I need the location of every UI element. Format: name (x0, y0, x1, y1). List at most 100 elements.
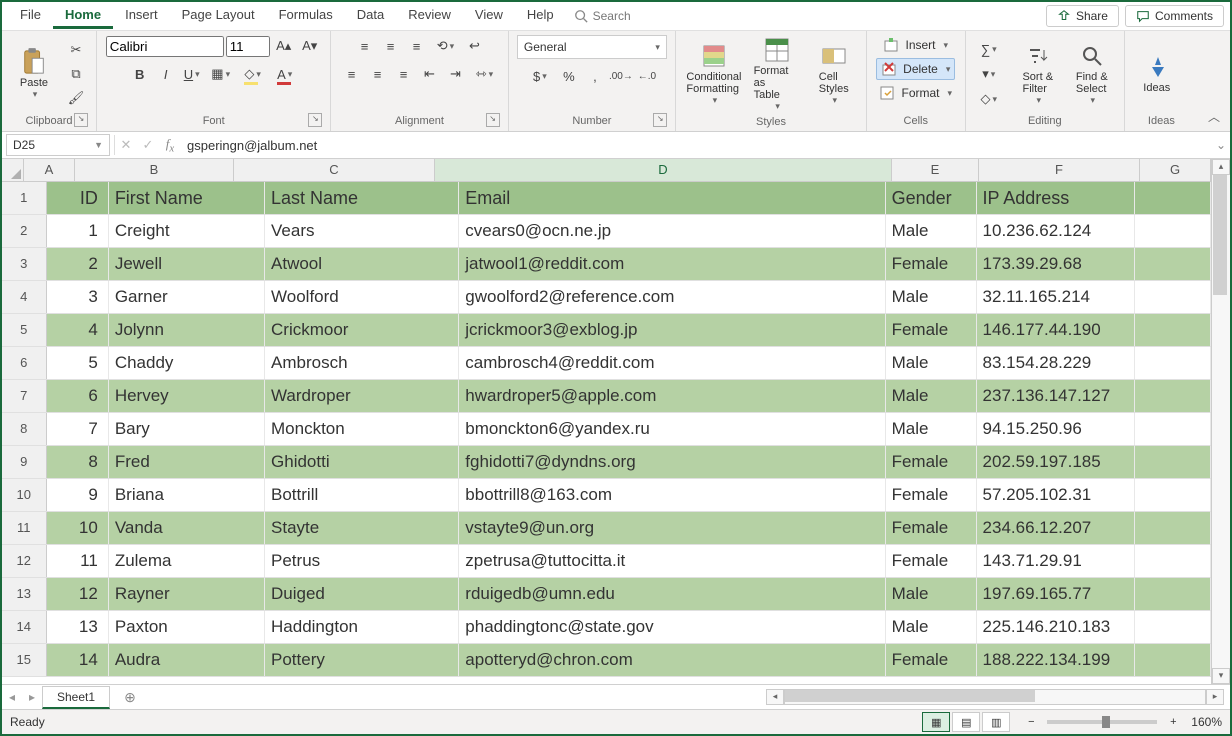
column-header-G[interactable]: G (1140, 159, 1211, 181)
cell-F15[interactable]: 188.222.134.199 (977, 644, 1135, 676)
cell-A6[interactable]: 5 (47, 347, 109, 379)
cell-D1[interactable]: Email (459, 182, 885, 214)
column-header-E[interactable]: E (892, 159, 979, 181)
cell-C7[interactable]: Wardroper (265, 380, 459, 412)
cell-B13[interactable]: Rayner (109, 578, 265, 610)
cell-F6[interactable]: 83.154.28.229 (977, 347, 1135, 379)
zoom-slider[interactable] (1047, 720, 1157, 724)
cell-D15[interactable]: apotteryd@chron.com (459, 644, 885, 676)
scroll-left-button[interactable]: ◂ (766, 689, 784, 705)
cell-E12[interactable]: Female (886, 545, 977, 577)
cell-F13[interactable]: 197.69.165.77 (977, 578, 1135, 610)
scroll-up-button[interactable]: ▴ (1212, 159, 1230, 175)
cell-C8[interactable]: Monckton (265, 413, 459, 445)
align-center-button[interactable]: ≡ (365, 63, 389, 85)
cell-C14[interactable]: Haddington (265, 611, 459, 643)
sheet-nav-prev[interactable]: ◂ (2, 690, 22, 704)
cell-B12[interactable]: Zulema (109, 545, 265, 577)
cell-E6[interactable]: Male (886, 347, 977, 379)
cell-G5[interactable] (1135, 314, 1211, 346)
row-header[interactable]: 5 (2, 314, 47, 346)
cell-E5[interactable]: Female (886, 314, 977, 346)
cell-B7[interactable]: Hervey (109, 380, 265, 412)
sort-filter-button[interactable]: Sort & Filter▾ (1014, 41, 1062, 108)
cell-B9[interactable]: Fred (109, 446, 265, 478)
column-header-A[interactable]: A (24, 159, 75, 181)
collapse-ribbon-button[interactable]: ︿ (1198, 31, 1230, 131)
column-header-D[interactable]: D (435, 159, 892, 181)
cell-A9[interactable]: 8 (47, 446, 109, 478)
cell-C3[interactable]: Atwool (265, 248, 459, 280)
cell-D4[interactable]: gwoolford2@reference.com (459, 281, 885, 313)
cell-G13[interactable] (1135, 578, 1211, 610)
fill-color-button[interactable]: ◇▾ (238, 63, 268, 85)
row-header[interactable]: 6 (2, 347, 47, 379)
cell-B15[interactable]: Audra (109, 644, 265, 676)
row-header[interactable]: 13 (2, 578, 47, 610)
row-header[interactable]: 4 (2, 281, 47, 313)
increase-indent-button[interactable]: ⇥ (443, 63, 467, 85)
cell-A5[interactable]: 4 (47, 314, 109, 346)
cell-F11[interactable]: 234.66.12.207 (977, 512, 1135, 544)
bold-button[interactable]: B (128, 63, 152, 85)
scrollbar-thumb[interactable] (785, 690, 1035, 702)
align-right-button[interactable]: ≡ (391, 63, 415, 85)
cell-C2[interactable]: Vears (265, 215, 459, 247)
dialog-launcher-icon[interactable]: ↘ (308, 113, 322, 127)
cell-D5[interactable]: jcrickmoor3@exblog.jp (459, 314, 885, 346)
row-header[interactable]: 9 (2, 446, 47, 478)
dialog-launcher-icon[interactable]: ↘ (653, 113, 667, 127)
sheet-nav-next[interactable]: ▸ (22, 690, 42, 704)
cell-F14[interactable]: 225.146.210.183 (977, 611, 1135, 643)
cell-D14[interactable]: phaddingtonc@state.gov (459, 611, 885, 643)
decrease-indent-button[interactable]: ⇤ (417, 63, 441, 85)
cell-G7[interactable] (1135, 380, 1211, 412)
cell-D7[interactable]: hwardroper5@apple.com (459, 380, 885, 412)
delete-cells-button[interactable]: Delete▾ (876, 58, 955, 80)
cell-C6[interactable]: Ambrosch (265, 347, 459, 379)
cell-A7[interactable]: 6 (47, 380, 109, 412)
paste-button[interactable]: Paste ▾ (10, 47, 58, 102)
grid-body[interactable]: 1IDFirst NameLast NameEmailGenderIP Addr… (2, 182, 1211, 684)
cell-G2[interactable] (1135, 215, 1211, 247)
scroll-right-button[interactable]: ▸ (1206, 689, 1224, 705)
format-painter-button[interactable]: 🖌 (64, 87, 88, 109)
merge-center-button[interactable]: ⇿▾ (469, 63, 499, 85)
cut-button[interactable]: ✂ (64, 39, 88, 61)
underline-button[interactable]: U▾ (180, 63, 204, 85)
format-cells-button[interactable]: Format▾ (875, 83, 956, 103)
wrap-text-button[interactable]: ↩ (462, 35, 486, 57)
share-button[interactable]: Share (1046, 5, 1119, 27)
accounting-format-button[interactable]: $▾ (525, 65, 555, 87)
cell-F5[interactable]: 146.177.44.190 (977, 314, 1135, 346)
cell-E8[interactable]: Male (886, 413, 977, 445)
dialog-launcher-icon[interactable]: ↘ (486, 113, 500, 127)
cell-G1[interactable] (1135, 182, 1211, 214)
cell-A1[interactable]: ID (47, 182, 109, 214)
row-header[interactable]: 1 (2, 182, 47, 214)
menu-tab-help[interactable]: Help (515, 3, 566, 29)
cell-D9[interactable]: fghidotti7@dyndns.org (459, 446, 885, 478)
vertical-scrollbar[interactable]: ▴ ▾ (1211, 159, 1230, 684)
menu-tab-view[interactable]: View (463, 3, 515, 29)
cell-D6[interactable]: cambrosch4@reddit.com (459, 347, 885, 379)
cell-E4[interactable]: Male (886, 281, 977, 313)
cell-C12[interactable]: Petrus (265, 545, 459, 577)
cell-E10[interactable]: Female (886, 479, 977, 511)
cell-B2[interactable]: Creight (109, 215, 265, 247)
cell-A4[interactable]: 3 (47, 281, 109, 313)
cell-A2[interactable]: 1 (47, 215, 109, 247)
cell-G15[interactable] (1135, 644, 1211, 676)
cell-D13[interactable]: rduigedb@umn.edu (459, 578, 885, 610)
cell-G4[interactable] (1135, 281, 1211, 313)
comma-button[interactable]: , (583, 65, 607, 87)
menu-tab-insert[interactable]: Insert (113, 3, 170, 29)
menu-tab-page-layout[interactable]: Page Layout (170, 3, 267, 29)
menu-tab-data[interactable]: Data (345, 3, 396, 29)
cell-C10[interactable]: Bottrill (265, 479, 459, 511)
increase-decimal-button[interactable]: .00→ (609, 65, 633, 87)
cell-F9[interactable]: 202.59.197.185 (977, 446, 1135, 478)
font-color-button[interactable]: A▾ (270, 63, 300, 85)
number-format-combo[interactable]: General▾ (517, 35, 667, 59)
cell-A3[interactable]: 2 (47, 248, 109, 280)
